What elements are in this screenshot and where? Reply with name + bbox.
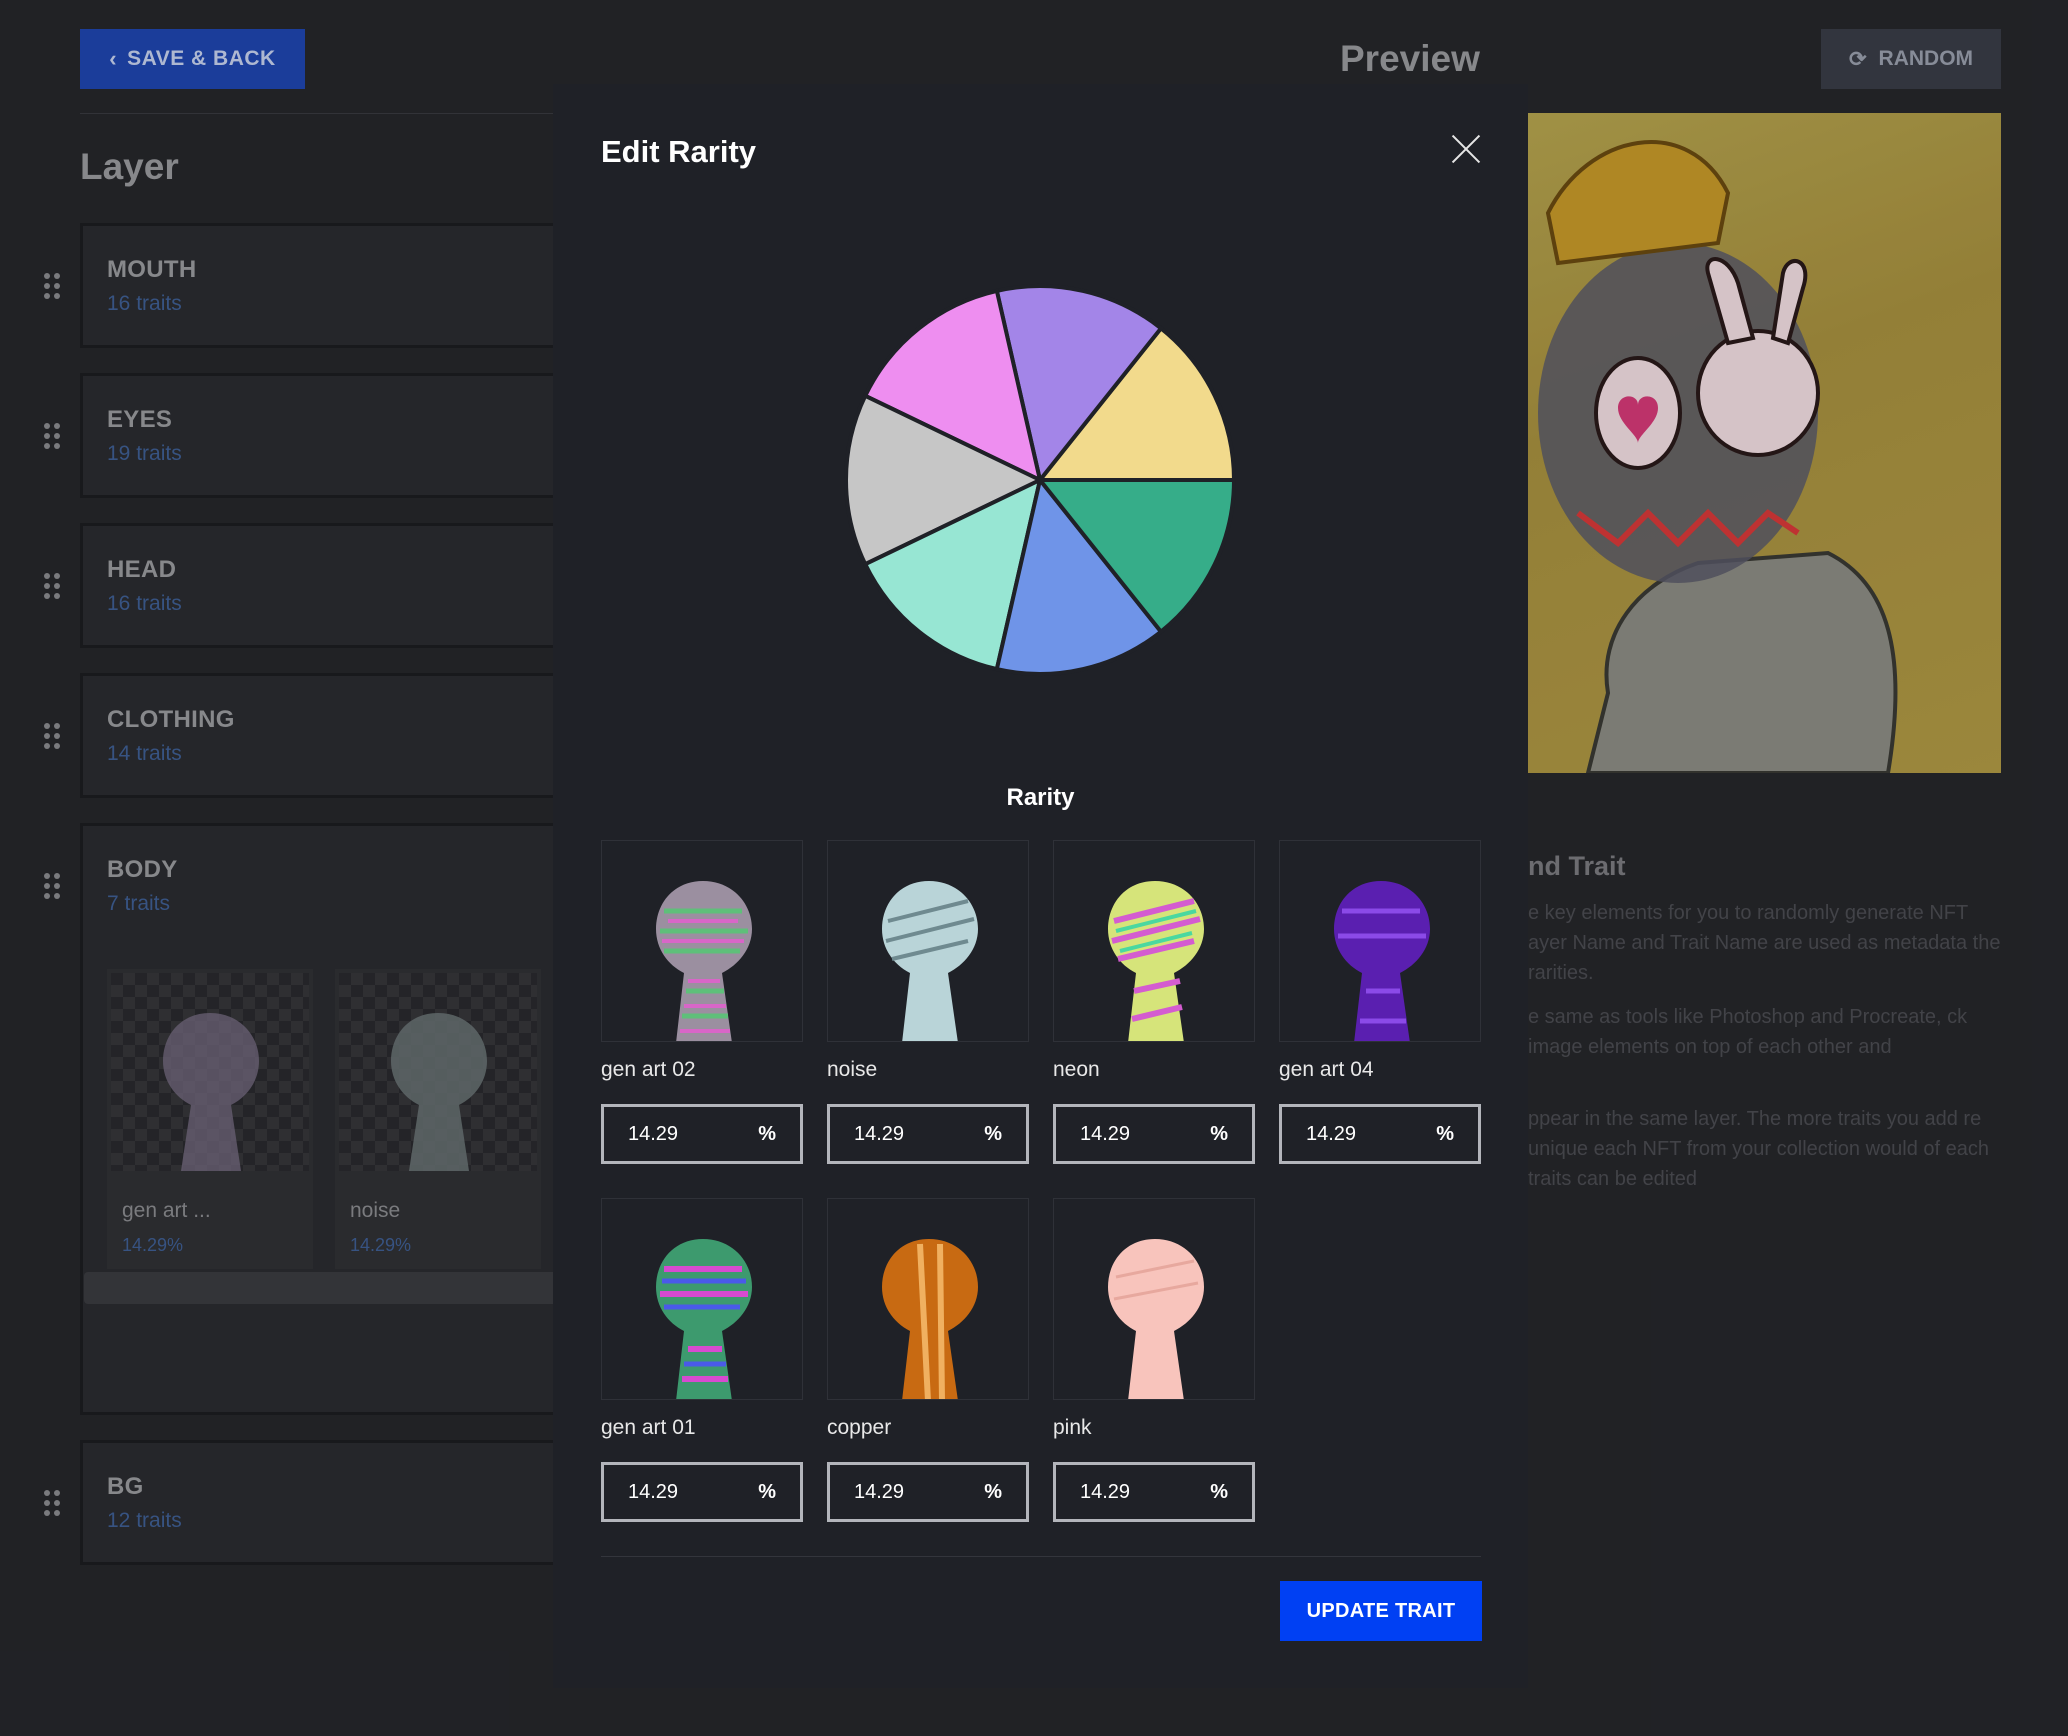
close-icon[interactable] [1449, 132, 1483, 166]
trait-label: gen art 01 [601, 1416, 696, 1439]
trait-label: gen art 02 [601, 1058, 696, 1081]
rarity-input[interactable]: 14.29 % [827, 1462, 1029, 1522]
trait-image [601, 1198, 803, 1400]
rarity-pie-chart [840, 280, 1240, 680]
rarity-value[interactable]: 14.29 [854, 1123, 904, 1146]
trait-image [827, 840, 1029, 1042]
trait-item: gen art 04 14.29 % [1279, 840, 1481, 1164]
rarity-input[interactable]: 14.29 % [1053, 1462, 1255, 1522]
rarity-input[interactable]: 14.29 % [601, 1462, 803, 1522]
trait-item: noise 14.29 % [827, 840, 1029, 1164]
percent-unit: % [758, 1480, 776, 1503]
trait-image [1053, 1198, 1255, 1400]
rarity-value[interactable]: 14.29 [1306, 1123, 1356, 1146]
rarity-value[interactable]: 14.29 [1080, 1123, 1130, 1146]
modal-title: Edit Rarity [601, 134, 757, 169]
percent-unit: % [984, 1480, 1002, 1503]
trait-label: neon [1053, 1058, 1100, 1081]
trait-image [601, 840, 803, 1042]
percent-unit: % [1210, 1122, 1228, 1145]
trait-item: pink 14.29 % [1053, 1198, 1255, 1522]
trait-item: gen art 02 14.29 % [601, 840, 803, 1164]
rarity-value[interactable]: 14.29 [854, 1481, 904, 1504]
percent-unit: % [1436, 1122, 1454, 1145]
rarity-caption: Rarity [1006, 784, 1075, 811]
rarity-value[interactable]: 14.29 [1080, 1481, 1130, 1504]
update-trait-button[interactable]: UPDATE TRAIT [1280, 1581, 1482, 1641]
trait-item: neon 14.29 % [1053, 840, 1255, 1164]
percent-unit: % [984, 1122, 1002, 1145]
rarity-input[interactable]: 14.29 % [827, 1104, 1029, 1164]
rarity-input[interactable]: 14.29 % [1053, 1104, 1255, 1164]
trait-item: copper 14.29 % [827, 1198, 1029, 1522]
rarity-input[interactable]: 14.29 % [601, 1104, 803, 1164]
trait-image [1279, 840, 1481, 1042]
trait-label: gen art 04 [1279, 1058, 1374, 1081]
trait-label: noise [827, 1058, 878, 1081]
trait-item: gen art 01 14.29 % [601, 1198, 803, 1522]
rarity-value[interactable]: 14.29 [628, 1481, 678, 1504]
trait-label: copper [827, 1416, 892, 1439]
percent-unit: % [1210, 1480, 1228, 1503]
trait-image [1053, 840, 1255, 1042]
edit-rarity-modal: Edit Rarity Rarity gen art 02 14.29 % no… [553, 84, 1528, 1688]
rarity-value[interactable]: 14.29 [628, 1123, 678, 1146]
percent-unit: % [758, 1122, 776, 1145]
modal-divider [601, 1556, 1481, 1557]
trait-label: pink [1053, 1416, 1092, 1439]
trait-image [827, 1198, 1029, 1400]
rarity-input[interactable]: 14.29 % [1279, 1104, 1481, 1164]
